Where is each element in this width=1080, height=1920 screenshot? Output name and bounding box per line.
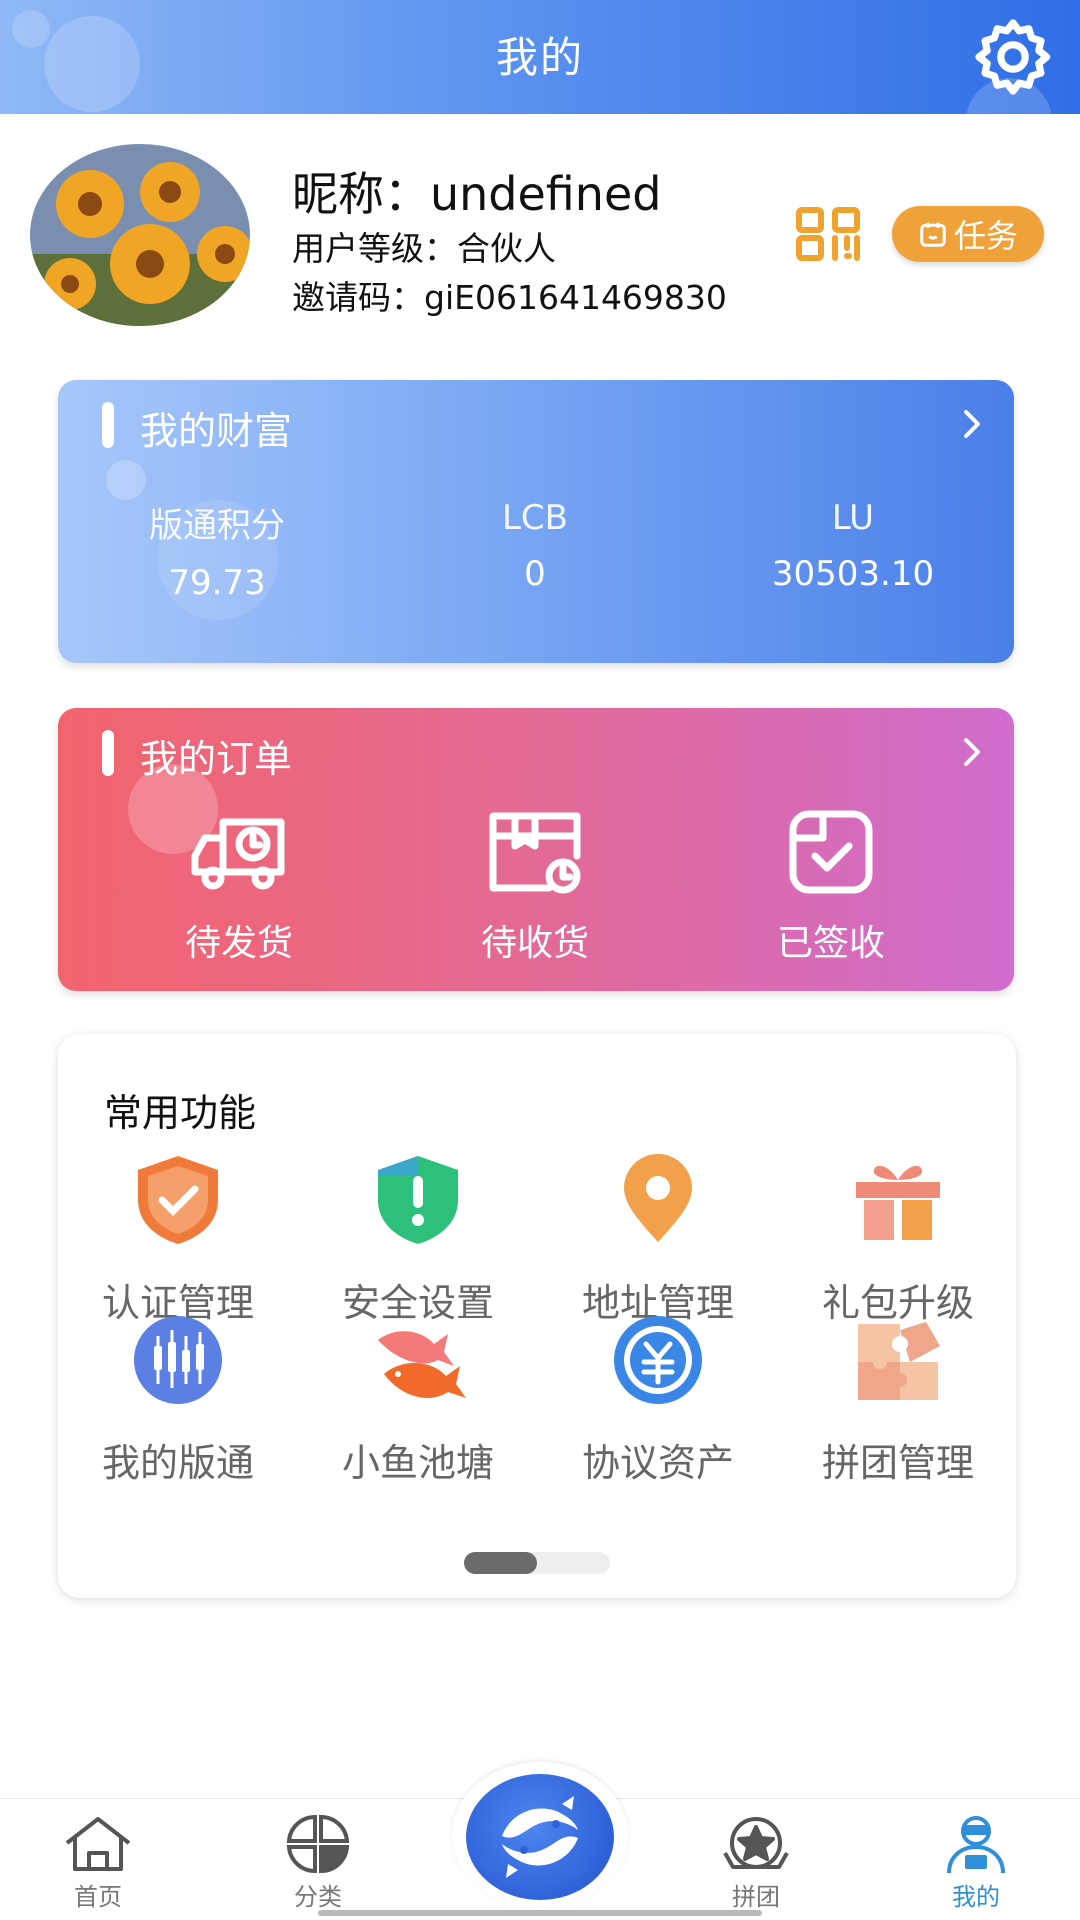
shield-alert-icon — [368, 1150, 468, 1250]
calendar-icon — [920, 222, 946, 247]
qr-code-icon — [796, 207, 860, 261]
category-icon — [281, 1813, 355, 1875]
yuan-coin-icon — [608, 1310, 708, 1410]
page-indicator[interactable] — [464, 1552, 610, 1574]
home-icon — [61, 1813, 135, 1875]
tab-category[interactable]: 分类 — [258, 1813, 378, 1912]
user-level: 用户等级：合伙人 — [292, 229, 556, 268]
candlestick-icon — [128, 1310, 228, 1410]
settings-button[interactable] — [970, 14, 1056, 100]
delivery-truck-icon — [189, 808, 289, 896]
gear-icon — [975, 19, 1051, 95]
chevron-right-icon[interactable] — [958, 404, 988, 444]
center-fish-button[interactable] — [452, 1762, 628, 1908]
func-security[interactable]: 安全设置 — [298, 1150, 538, 1327]
home-indicator — [318, 1910, 762, 1916]
page-indicator-thumb — [464, 1552, 537, 1574]
func-gift-upgrade[interactable]: 礼包升级 — [778, 1150, 1018, 1327]
invite-code: 邀请码：giE061641469830 — [292, 278, 727, 317]
stat-points[interactable]: 版通积分 79.73 — [58, 498, 376, 603]
task-button[interactable]: 任务 — [892, 206, 1044, 262]
task-label: 任务 — [953, 217, 1018, 255]
stat-lu[interactable]: LU 30503.10 — [694, 498, 1012, 594]
gift-icon — [848, 1150, 948, 1250]
shield-check-icon — [128, 1150, 228, 1250]
wealth-title: 我的财富 — [140, 409, 293, 453]
func-fish-pond[interactable]: 小鱼池塘 — [298, 1310, 538, 1487]
tab-home[interactable]: 首页 — [38, 1813, 158, 1912]
avatar[interactable] — [30, 144, 250, 326]
func-agreement-assets[interactable]: 协议资产 — [538, 1310, 778, 1487]
star-badge-icon — [719, 1813, 793, 1875]
func-group-buy-manage[interactable]: 拼团管理 — [778, 1310, 1018, 1487]
chevron-right-icon[interactable] — [958, 732, 988, 772]
stat-lcb[interactable]: LCB 0 — [376, 498, 694, 594]
puzzle-icon — [848, 1310, 948, 1410]
func-certification[interactable]: 认证管理 — [58, 1150, 298, 1327]
tab-mine[interactable]: 我的 — [916, 1813, 1036, 1912]
order-signed[interactable]: 已签收 — [672, 808, 990, 966]
fish-logo-icon — [502, 1796, 578, 1878]
qr-code-button[interactable] — [795, 206, 863, 262]
title-bar — [102, 730, 114, 776]
tab-group-buy[interactable]: 拼团 — [696, 1813, 816, 1912]
profile-icon — [939, 1813, 1013, 1875]
fish-icon — [368, 1310, 468, 1410]
nickname: 昵称：undefined — [292, 167, 662, 221]
signed-check-icon — [781, 808, 881, 896]
app-header: 我的 — [0, 0, 1080, 114]
orders-title: 我的订单 — [140, 737, 293, 781]
wealth-card[interactable]: 我的财富 版通积分 79.73 LCB 0 LU 30503.10 — [58, 380, 1014, 663]
order-pending-ship[interactable]: 待发货 — [80, 808, 398, 966]
func-my-banton[interactable]: 我的版通 — [58, 1310, 298, 1487]
orders-card[interactable]: 我的订单 待发货 待收货 已签收 — [58, 708, 1014, 991]
location-pin-icon — [608, 1150, 708, 1250]
functions-title: 常用功能 — [104, 1091, 257, 1135]
order-pending-receive[interactable]: 待收货 — [376, 808, 694, 966]
title-bar — [102, 402, 114, 448]
common-functions-panel: 常用功能 认证管理 安全设置 地址管理 礼包升级 我的版通 小鱼池塘 协议资产 … — [58, 1034, 1016, 1598]
page-title: 我的 — [495, 33, 584, 82]
func-address[interactable]: 地址管理 — [538, 1150, 778, 1327]
package-clock-icon — [485, 808, 585, 896]
